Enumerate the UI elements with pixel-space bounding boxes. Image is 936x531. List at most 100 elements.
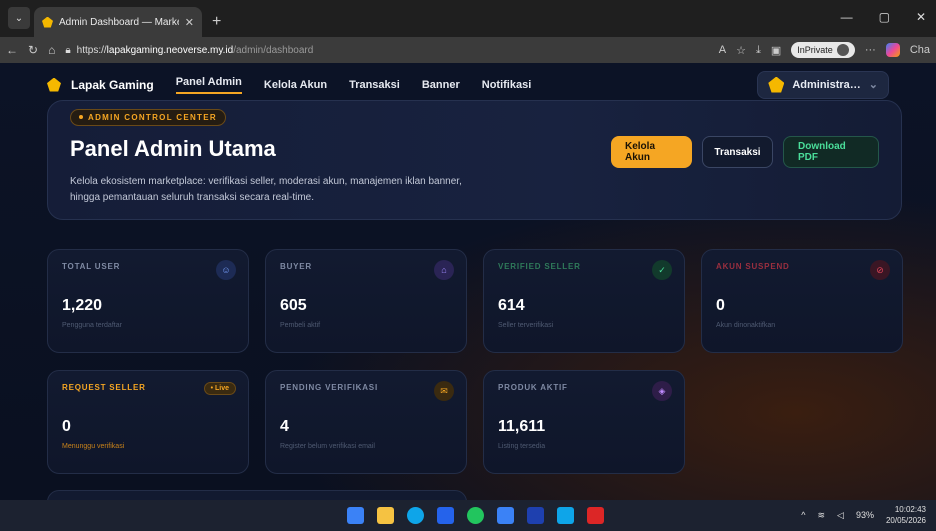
stat-label: PRODUK AKTIF xyxy=(498,383,568,392)
user-name: Administra… xyxy=(792,78,861,91)
lock-icon: 🔒︎ xyxy=(65,44,71,56)
clock-date: 20/05/2026 xyxy=(885,516,926,525)
address-bar: ← ↻ ⌂ 🔒︎ https://lapakgaming.neoverse.my… xyxy=(0,37,936,63)
copilot-label: Cha xyxy=(909,44,930,56)
back-icon[interactable]: ← xyxy=(6,43,18,57)
users-icon: ☺ xyxy=(216,260,236,280)
avatar xyxy=(836,44,849,56)
hero-actions: Kelola Akun Transaksi Download PDF xyxy=(611,136,879,168)
stat-card-verified-seller: VERIFIED SELLER ✓ 614 Seller terverifika… xyxy=(483,249,685,353)
nav-item-kelola-akun[interactable]: Kelola Akun xyxy=(264,79,327,91)
favorite-icon[interactable]: ☆ xyxy=(736,44,746,57)
stat-value: 605 xyxy=(280,297,307,314)
box-icon: ◈ xyxy=(652,381,672,401)
nav-item-notifikasi[interactable]: Notifikasi xyxy=(482,79,532,91)
nav-item-transaksi[interactable]: Transaksi xyxy=(349,79,400,91)
browser-tab[interactable]: Admin Dashboard — Marketplace ✕ xyxy=(34,7,202,37)
close-window-icon[interactable]: ✕ xyxy=(916,10,926,24)
stat-label: PENDING VERIFIKASI xyxy=(280,383,378,392)
stat-value: 11,611 xyxy=(498,418,546,435)
volume-icon[interactable]: ◁ xyxy=(837,510,844,521)
window-controls: — ▢ ✕ xyxy=(841,10,926,24)
notepad-icon[interactable] xyxy=(527,507,544,524)
tab-title: Admin Dashboard — Marketplace xyxy=(59,16,179,28)
system-tray: ^ ≋ ◁ 93% 10:02:43 20/05/2026 xyxy=(801,504,926,526)
hero-panel: ADMIN CONTROL CENTER Panel Admin Utama K… xyxy=(47,100,902,220)
next-section-card xyxy=(47,490,467,500)
page-description: Kelola ekosistem marketplace: verifikasi… xyxy=(70,175,462,203)
brand-name: Lapak Gaming xyxy=(71,77,154,92)
home-icon[interactable]: ⌂ xyxy=(48,43,55,57)
refresh-icon[interactable]: ↻ xyxy=(28,43,38,57)
read-aloud-icon[interactable]: A xyxy=(719,44,726,56)
chevron-down-icon: ⌄ xyxy=(868,79,878,91)
shield-check-icon: ✓ xyxy=(652,260,672,280)
clock[interactable]: 10:02:43 20/05/2026 xyxy=(886,504,926,526)
taskbar-apps xyxy=(347,507,604,524)
stat-value: 0 xyxy=(62,418,71,435)
teams-icon[interactable] xyxy=(497,507,514,524)
browser-toolbar: A ☆ ⤓ ▣ InPrivate ··· Cha xyxy=(719,42,930,58)
vscode-icon[interactable] xyxy=(557,507,574,524)
os-taskbar: ^ ≋ ◁ 93% 10:02:43 20/05/2026 xyxy=(0,500,936,531)
more-menu-icon[interactable]: ··· xyxy=(865,44,876,56)
user-avatar-icon xyxy=(768,76,785,93)
inprivate-badge[interactable]: InPrivate xyxy=(791,42,855,58)
stat-value: 0 xyxy=(716,297,725,314)
control-center-badge: ADMIN CONTROL CENTER xyxy=(70,108,226,126)
stat-label: TOTAL USER xyxy=(62,262,121,271)
stat-sub: Register belum verifikasi email xyxy=(280,443,375,450)
store-icon[interactable] xyxy=(437,507,454,524)
stat-card-buyer: BUYER ⌂ 605 Pembeli aktif xyxy=(265,249,467,353)
whatsapp-icon[interactable] xyxy=(467,507,484,524)
nav-item-banner[interactable]: Banner xyxy=(422,79,460,91)
download-pdf-button[interactable]: Download PDF xyxy=(783,136,879,168)
stat-label: BUYER xyxy=(280,262,313,271)
stat-sub: Pengguna terdaftar xyxy=(62,322,122,329)
stat-value: 4 xyxy=(280,418,289,435)
stat-label: VERIFIED SELLER xyxy=(498,262,581,271)
ban-icon: ⊘ xyxy=(870,260,890,280)
url-field[interactable]: 🔒︎ https://lapakgaming.neoverse.my.id/ad… xyxy=(65,45,313,56)
live-badge: • Live xyxy=(203,382,236,395)
browser-tabbar: ⌄ Admin Dashboard — Marketplace ✕ + — ▢ … xyxy=(0,0,936,37)
tab-close-icon[interactable]: ✕ xyxy=(185,16,194,29)
edge-icon[interactable] xyxy=(407,507,424,524)
nav-item-panel-admin[interactable]: Panel Admin xyxy=(175,76,242,94)
kelola-akun-button[interactable]: Kelola Akun xyxy=(611,136,692,168)
badge-dot-icon xyxy=(79,115,83,119)
transaksi-button[interactable]: Transaksi xyxy=(702,136,773,168)
url-path: /admin/dashboard xyxy=(233,44,314,56)
new-tab-button[interactable]: + xyxy=(212,13,221,31)
stat-sub: Pembeli aktif xyxy=(280,322,321,329)
chevron-up-icon[interactable]: ^ xyxy=(801,510,805,520)
stat-value: 1,220 xyxy=(62,297,103,314)
stat-card-produk-aktif: PRODUK AKTIF ◈ 11,611 Listing tersedia xyxy=(483,370,685,474)
page-content: Lapak Gaming Panel Admin Kelola Akun Tra… xyxy=(0,63,936,500)
wifi-icon[interactable]: ≋ xyxy=(817,510,825,521)
site-favicon-icon xyxy=(42,16,53,28)
maximize-icon[interactable]: ▢ xyxy=(879,10,890,24)
stat-label: AKUN SUSPEND xyxy=(716,262,790,271)
minimize-icon[interactable]: — xyxy=(841,10,853,24)
battery-level[interactable]: 93% xyxy=(856,510,874,520)
stat-card-total-user: TOTAL USER ☺ 1,220 Pengguna terdaftar xyxy=(47,249,249,353)
collections-icon[interactable]: ▣ xyxy=(771,44,781,57)
downloads-icon[interactable]: ⤓ xyxy=(756,44,761,57)
stat-sub: Menunggu verifikasi xyxy=(62,443,125,450)
brand-mark-icon xyxy=(47,77,61,92)
user-menu-button[interactable]: Administra… ⌄ xyxy=(757,70,889,99)
stat-value: 614 xyxy=(498,297,525,314)
stat-card-akun-suspend: AKUN SUSPEND ⊘ 0 Akun dinonaktifkan xyxy=(701,249,903,353)
tab-actions-button[interactable]: ⌄ xyxy=(8,7,30,29)
brand-logo[interactable]: Lapak Gaming xyxy=(47,77,154,92)
stat-card-request-seller: REQUEST SELLER • Live 0 Menunggu verifik… xyxy=(47,370,249,474)
start-icon[interactable] xyxy=(347,507,364,524)
stat-sub: Seller terverifikasi xyxy=(498,322,554,329)
stat-card-pending-verifikasi: PENDING VERIFIKASI ✉ 4 Register belum ve… xyxy=(265,370,467,474)
copilot-icon[interactable] xyxy=(885,43,900,57)
file-explorer-icon[interactable] xyxy=(377,507,394,524)
mail-icon: ✉ xyxy=(434,381,454,401)
app-icon[interactable] xyxy=(587,507,604,524)
clock-time: 10:02:43 xyxy=(894,505,926,514)
